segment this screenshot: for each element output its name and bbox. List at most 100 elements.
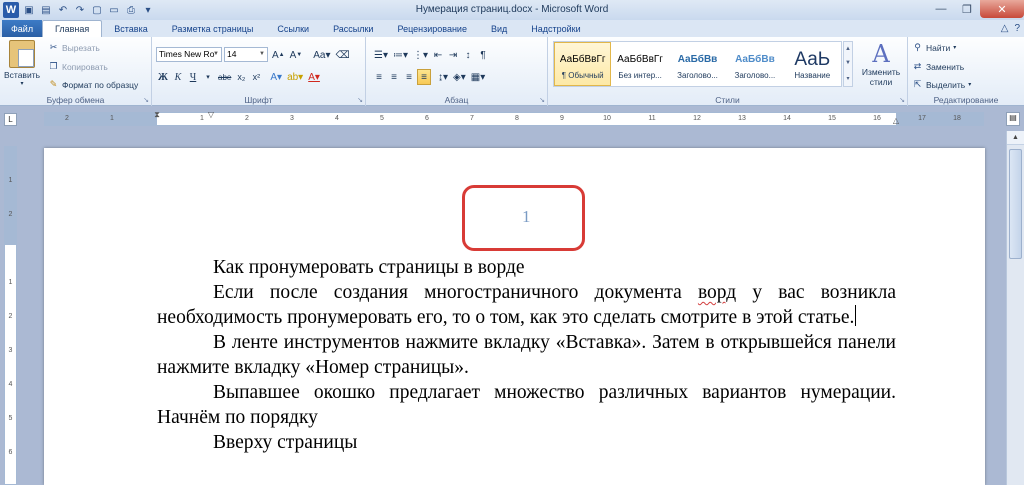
tab-home[interactable]: Главная [42, 20, 103, 37]
ruler-number: 5 [380, 115, 384, 122]
print-preview-icon[interactable]: ▤ [39, 3, 53, 17]
clipboard-launcher-icon[interactable]: ↘ [143, 96, 149, 104]
underline-dropdown-icon[interactable]: ▾ [201, 69, 215, 85]
copy-button[interactable]: ❐ Копировать [48, 61, 107, 72]
indent-marker-icon[interactable]: ⧗ [152, 110, 162, 120]
tab-page-layout[interactable]: Разметка страницы [160, 20, 266, 37]
sort-button[interactable]: ↕ [461, 47, 475, 63]
scrollbar-thumb[interactable] [1009, 149, 1022, 259]
borders-button[interactable]: ▦▾ [469, 69, 487, 85]
scroll-down-icon[interactable]: ▼ [845, 60, 851, 66]
redo-icon[interactable]: ↷ [73, 3, 87, 17]
style-no-spacing[interactable]: АаБбВвГг Без интер... [611, 42, 668, 86]
tab-file[interactable]: Файл [2, 20, 42, 37]
paste-button[interactable]: Вставить ▾ [4, 40, 40, 87]
highlight-color-button[interactable]: ab▾ [285, 69, 305, 85]
horizontal-ruler[interactable]: 2 1 1 2 3 4 5 6 7 8 9 10 11 12 13 14 15 … [44, 110, 984, 126]
font-name-box[interactable]: Times New Ro ▼ [156, 47, 222, 62]
chevron-down-icon: ▾ [968, 82, 972, 88]
select-button[interactable]: ⇱ Выделить ▾ [912, 79, 972, 90]
change-styles-button[interactable]: A Изменить стили [857, 41, 905, 87]
scroll-up-arrow-icon[interactable]: ▲ [1007, 131, 1024, 145]
help-icon[interactable]: ? [1014, 23, 1020, 34]
multilevel-list-button[interactable]: ⋮▾ [411, 47, 430, 63]
replace-label: Заменить [926, 61, 965, 72]
title-bar: W ▣ ▤ ↶ ↷ ▢ ▭ ⎙ ▾ Нумерация страниц.docx… [0, 0, 1024, 20]
right-indent-icon[interactable]: △ [891, 116, 901, 125]
shading-button[interactable]: ◈▾ [451, 69, 468, 85]
vertical-ruler[interactable]: 1 2 1 2 3 4 5 6 [4, 146, 17, 485]
save-icon[interactable]: ▣ [22, 3, 36, 17]
paragraph-launcher-icon[interactable]: ↘ [539, 96, 545, 104]
format-painter-button[interactable]: ✎ Формат по образцу [48, 79, 139, 90]
customize-toolbar-icon[interactable]: ▾ [141, 3, 155, 17]
tab-references[interactable]: Ссылки [265, 20, 321, 37]
styles-launcher-icon[interactable]: ↘ [899, 96, 905, 104]
subscript-button[interactable]: x₂ [234, 69, 248, 85]
replace-button[interactable]: ⇄ Заменить [912, 61, 964, 72]
clipboard-group-label: Буфер обмена [46, 95, 105, 105]
font-launcher-icon[interactable]: ↘ [357, 96, 363, 104]
font-size-box[interactable]: 14 ▼ [224, 47, 268, 62]
superscript-button[interactable]: x² [249, 69, 263, 85]
tab-insert[interactable]: Вставка [102, 20, 159, 37]
grow-font-button[interactable]: A ▲ [270, 47, 287, 63]
ruler-number: 4 [335, 115, 339, 122]
text-cursor [855, 305, 857, 326]
tab-addins[interactable]: Надстройки [519, 20, 592, 37]
justify-button[interactable]: ≡ [417, 69, 431, 85]
strikethrough-button[interactable]: abe [216, 69, 233, 85]
style-heading-2[interactable]: АаБбВв Заголово... [726, 42, 783, 86]
bullets-button[interactable]: ☰▾ [372, 47, 390, 63]
scissors-icon: ✂ [49, 42, 58, 52]
decrease-indent-button[interactable]: ⇤ [431, 47, 445, 63]
paragraph-4: Вверху страницы [213, 432, 358, 453]
style-title[interactable]: АаЬ Название [784, 42, 841, 86]
underline-button[interactable]: Ч [186, 69, 200, 85]
minimize-button[interactable]: — [928, 0, 954, 18]
more-styles-icon[interactable]: ▾ [846, 75, 849, 82]
first-line-indent-icon[interactable]: ▽ [206, 110, 216, 119]
text-effects-button[interactable]: A▾ [268, 69, 284, 85]
open-icon[interactable]: ▭ [107, 3, 121, 17]
align-center-button[interactable]: ≡ [387, 69, 401, 85]
styles-scroll[interactable]: ▲ ▼ ▾ [843, 41, 853, 87]
ruler-number: 5 [8, 415, 13, 422]
italic-button[interactable]: К [171, 69, 185, 85]
document-body[interactable]: Как пронумеровать страницы в ворде Если … [157, 255, 896, 455]
bold-button[interactable]: Ж [156, 69, 170, 85]
word-logo-icon[interactable]: W [3, 2, 19, 18]
vertical-scrollbar[interactable]: ▲ [1006, 131, 1024, 485]
quick-access-toolbar: W ▣ ▤ ↶ ↷ ▢ ▭ ⎙ ▾ [0, 0, 155, 20]
style-heading-1[interactable]: АаБбВв Заголово... [669, 42, 726, 86]
scroll-up-icon[interactable]: ▲ [845, 46, 851, 52]
line-spacing-button[interactable]: ↨▾ [436, 69, 450, 85]
clear-formatting-icon[interactable]: ⌫ [334, 47, 352, 63]
maximize-button[interactable]: ❐ [954, 0, 980, 18]
font-color-button[interactable]: A▾ [306, 69, 322, 85]
tab-mailings[interactable]: Рассылки [321, 20, 385, 37]
shrink-font-button[interactable]: A ▼ [288, 47, 305, 63]
ruler-number: 16 [873, 115, 881, 122]
show-marks-button[interactable]: ¶ [476, 47, 490, 63]
close-button[interactable]: ✕ [980, 0, 1024, 18]
undo-icon[interactable]: ↶ [56, 3, 70, 17]
cut-button[interactable]: ✂ Вырезать [48, 42, 100, 53]
new-document-icon[interactable]: ▢ [90, 3, 104, 17]
tab-review[interactable]: Рецензирование [385, 20, 479, 37]
numbering-button[interactable]: ≔▾ [391, 47, 410, 63]
style-name: Название [794, 70, 831, 80]
align-left-button[interactable]: ≡ [372, 69, 386, 85]
tab-view[interactable]: Вид [479, 20, 519, 37]
quick-print-icon[interactable]: ⎙ [124, 3, 138, 17]
ruler-number: 3 [290, 115, 294, 122]
style-normal[interactable]: АаБбВвГг ¶ Обычный [554, 42, 612, 86]
align-right-button[interactable]: ≡ [402, 69, 416, 85]
change-case-button[interactable]: Aa▾ [311, 47, 332, 63]
find-button[interactable]: ⚲ Найти ▾ [912, 42, 956, 53]
tab-selector-icon[interactable]: L [4, 113, 17, 126]
paragraph-2: В ленте инструментов нажмите вкладку «Вс… [157, 332, 896, 378]
view-ruler-icon[interactable]: ▤ [1006, 112, 1020, 126]
minimize-ribbon-icon[interactable]: △ [1001, 23, 1009, 34]
increase-indent-button[interactable]: ⇥ [446, 47, 460, 63]
